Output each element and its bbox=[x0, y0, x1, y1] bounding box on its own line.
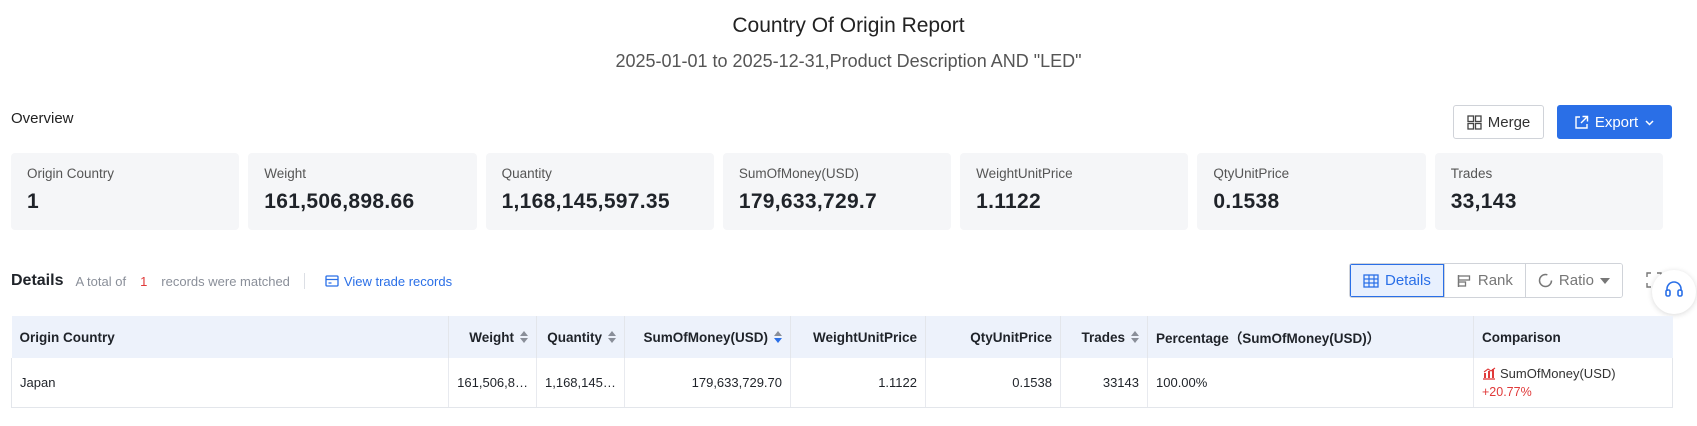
stat-value: 161,506,898.66 bbox=[264, 190, 415, 213]
tab-details-label: Details bbox=[1385, 272, 1431, 289]
export-label: Export bbox=[1594, 113, 1639, 131]
column-header-sum-of-money[interactable]: SumOfMoney(USD) bbox=[624, 316, 791, 358]
stat-value: 1,168,145,597.35 bbox=[501, 190, 670, 213]
tab-details[interactable]: Details bbox=[1350, 264, 1444, 297]
stat-card-quantity: Quantity 1,168,145,597.35 bbox=[485, 153, 714, 230]
ratio-ring-icon bbox=[1538, 273, 1553, 288]
view-mode-tabs: Details Rank Ratio bbox=[1349, 263, 1623, 298]
cell-country: Japan bbox=[11, 358, 449, 408]
comparison-change: +20.77% bbox=[1482, 384, 1532, 399]
stat-card-sum-of-money: SumOfMoney(USD) 179,633,729.7 bbox=[722, 153, 952, 230]
bar-chart-icon bbox=[1482, 367, 1496, 380]
page-title: Country Of Origin Report bbox=[732, 14, 965, 37]
stat-card-weight-unit-price: WeightUnitPrice 1.1122 bbox=[960, 153, 1189, 230]
stat-label: Weight bbox=[264, 166, 307, 181]
tab-ratio-label: Ratio bbox=[1558, 272, 1594, 289]
cell-trades: 33143 bbox=[1060, 358, 1148, 408]
cell-quantity: 1,168,145,… bbox=[536, 358, 625, 408]
column-header-origin-country[interactable]: Origin Country bbox=[11, 316, 449, 358]
sort-icon[interactable] bbox=[608, 331, 616, 343]
stat-label: WeightUnitPrice bbox=[976, 166, 1073, 181]
stat-value: 1.1122 bbox=[976, 190, 1041, 213]
overview-heading: Overview bbox=[11, 110, 74, 127]
stat-value: 0.1538 bbox=[1213, 190, 1280, 213]
stat-value: 179,633,729.7 bbox=[738, 190, 878, 213]
column-header-qty-unit-price: QtyUnitPrice bbox=[925, 316, 1061, 358]
table-header-row: Origin Country Weight Quantity SumOfMone… bbox=[11, 316, 1673, 358]
export-button[interactable]: Export bbox=[1557, 105, 1672, 139]
stat-value: 1 bbox=[27, 190, 39, 213]
sort-icon[interactable] bbox=[1131, 331, 1139, 343]
stat-card-origin-country: Origin Country 1 bbox=[11, 153, 240, 230]
cell-sum-of-money: 179,633,729.70 bbox=[624, 358, 791, 408]
stat-value: 33,143 bbox=[1450, 190, 1517, 213]
stat-label: SumOfMoney(USD) bbox=[738, 166, 859, 181]
chevron-down-icon bbox=[1644, 117, 1655, 128]
table-icon bbox=[1363, 273, 1379, 288]
overview-stats: Origin Country 1 Weight 161,506,898.66 Q… bbox=[11, 153, 1663, 230]
caret-down-icon bbox=[1599, 277, 1610, 285]
divider bbox=[303, 273, 305, 289]
table-row[interactable]: Japan 161,506,8… 1,168,145,… 179,633,729… bbox=[11, 358, 1673, 408]
view-trade-records-link[interactable]: View trade records bbox=[325, 274, 452, 289]
cell-weight-unit-price: 1.1122 bbox=[790, 358, 926, 408]
cell-comparison: SumOfMoney(USD) +20.77% bbox=[1473, 358, 1673, 408]
support-button[interactable] bbox=[1652, 270, 1696, 314]
view-trade-records-label: View trade records bbox=[343, 273, 453, 289]
column-header-weight[interactable]: Weight bbox=[448, 316, 537, 358]
stat-card-qty-unit-price: QtyUnitPrice 0.1538 bbox=[1197, 153, 1426, 230]
tab-rank[interactable]: Rank bbox=[1443, 264, 1525, 297]
column-header-trades[interactable]: Trades bbox=[1060, 316, 1148, 358]
records-total-prefix: A total of bbox=[75, 273, 127, 289]
stat-label: Quantity bbox=[501, 166, 552, 181]
stat-label: Origin Country bbox=[27, 166, 115, 181]
column-header-percentage: Percentage（SumOfMoney(USD)） bbox=[1147, 316, 1474, 358]
column-header-quantity[interactable]: Quantity bbox=[536, 316, 625, 358]
stat-card-trades: Trades 33,143 bbox=[1434, 153, 1663, 230]
comparison-metric: SumOfMoney(USD) bbox=[1500, 365, 1616, 381]
details-header: Details A total of 1 records were matche… bbox=[11, 268, 452, 294]
merge-label: Merge bbox=[1487, 113, 1531, 131]
cell-percentage: 100.00% bbox=[1147, 358, 1474, 408]
cell-weight: 161,506,8… bbox=[448, 358, 537, 408]
page-subtitle: 2025-01-01 to 2025-12-31,Product Descrip… bbox=[615, 51, 1082, 71]
sort-icon[interactable] bbox=[520, 331, 528, 343]
headset-icon bbox=[1663, 279, 1685, 306]
cell-qty-unit-price: 0.1538 bbox=[925, 358, 1061, 408]
details-table: Origin Country Weight Quantity SumOfMone… bbox=[11, 316, 1673, 408]
card-icon bbox=[325, 275, 339, 287]
export-icon bbox=[1574, 115, 1589, 130]
merge-button[interactable]: Merge bbox=[1453, 105, 1544, 139]
rank-bars-icon bbox=[1457, 274, 1472, 288]
column-header-comparison: Comparison bbox=[1473, 316, 1673, 358]
stat-card-weight: Weight 161,506,898.66 bbox=[248, 153, 477, 230]
stat-label: Trades bbox=[1450, 166, 1493, 181]
tab-ratio[interactable]: Ratio bbox=[1524, 264, 1622, 297]
merge-icon bbox=[1467, 114, 1482, 130]
sort-descending-icon[interactable] bbox=[774, 331, 782, 343]
stat-label: QtyUnitPrice bbox=[1213, 166, 1290, 181]
details-heading: Details bbox=[11, 272, 64, 289]
tab-rank-label: Rank bbox=[1477, 272, 1513, 289]
column-header-weight-unit-price: WeightUnitPrice bbox=[790, 316, 926, 358]
records-count: 1 bbox=[140, 273, 148, 289]
records-total-suffix: records were matched bbox=[161, 273, 290, 289]
